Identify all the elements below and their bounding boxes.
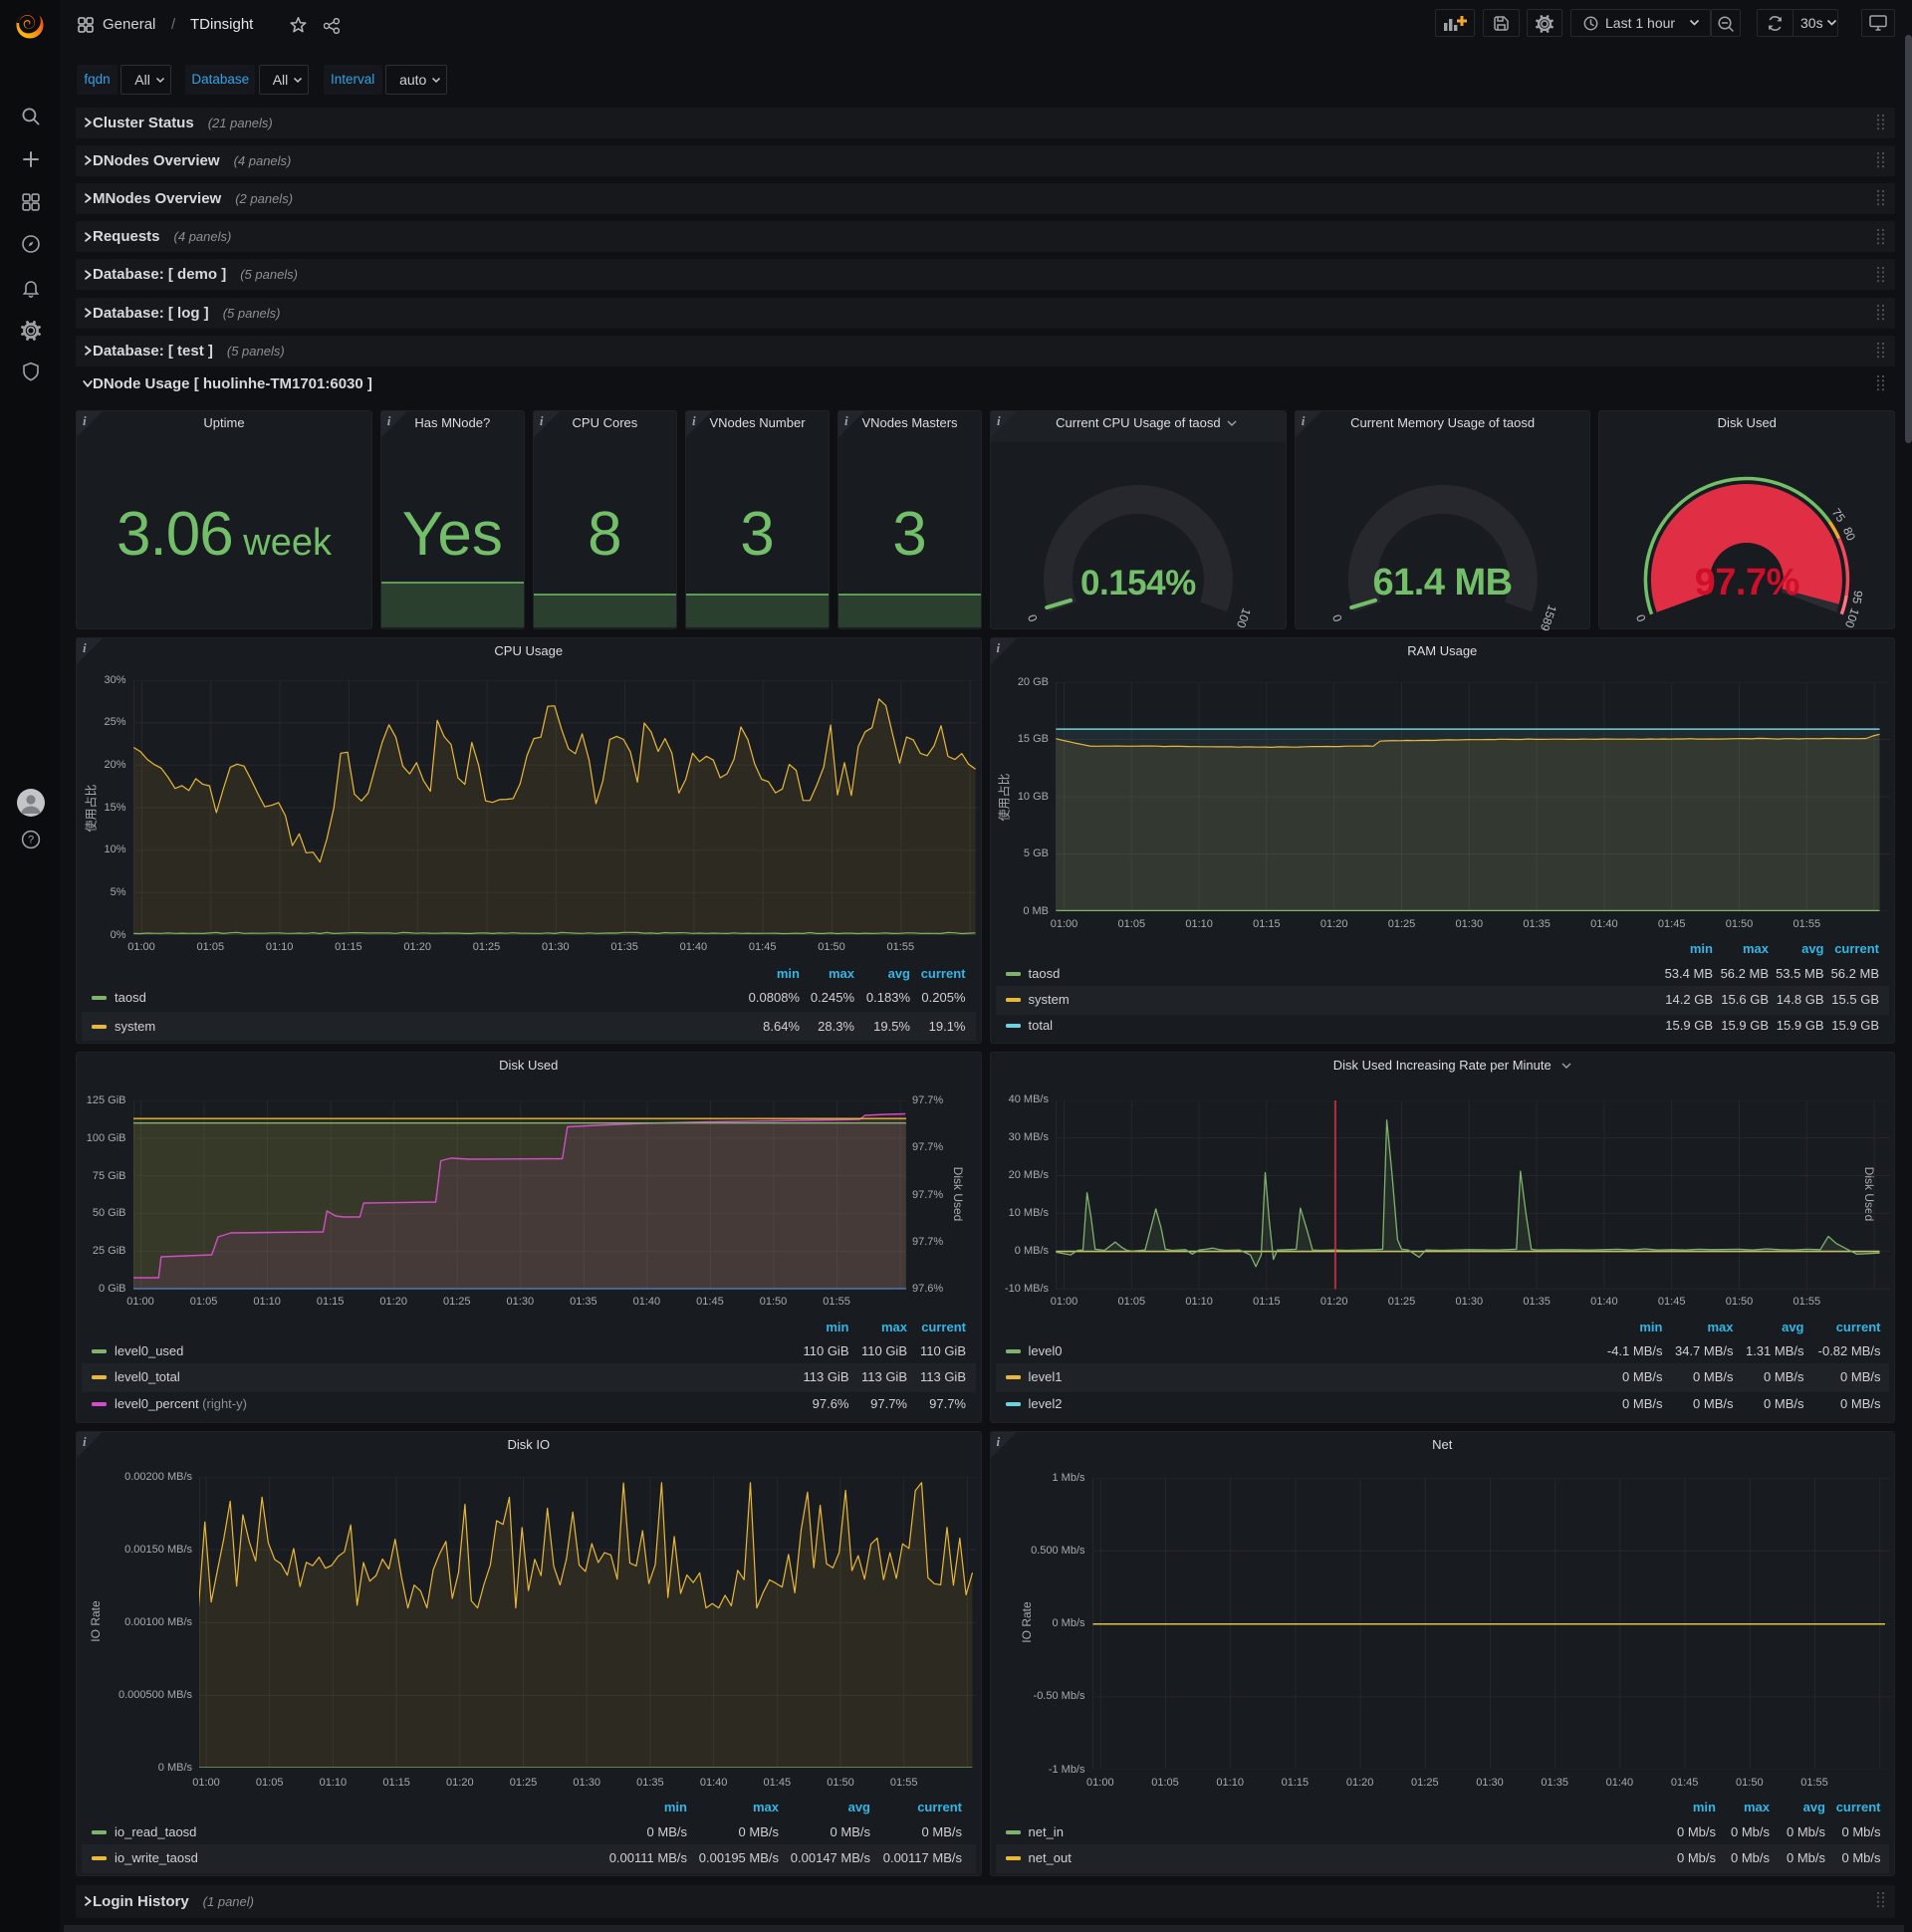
- svg-text:0: 0: [1025, 612, 1041, 623]
- svg-text:80: 80: [1840, 525, 1858, 543]
- svg-text:0: 0: [1329, 612, 1345, 623]
- svg-text:100: 100: [1234, 606, 1254, 630]
- svg-text:75: 75: [1829, 506, 1848, 525]
- svg-text:0: 0: [1633, 612, 1649, 623]
- svg-text:100: 100: [1842, 606, 1862, 630]
